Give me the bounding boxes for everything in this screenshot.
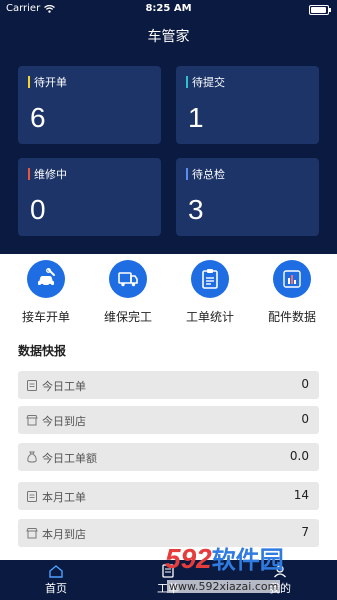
battery-icon [309, 5, 331, 15]
menu-item-maintenance-complete[interactable]: 维保完工 [88, 260, 168, 325]
home-icon [49, 565, 63, 578]
accent-bar [28, 168, 30, 180]
row-label: 今日工单额 [42, 452, 97, 465]
money-bag-icon [27, 451, 37, 463]
watermark: 592软件园 www.592xiazai.com [161, 536, 337, 600]
bar-chart-icon [273, 260, 311, 298]
row-label: 本月到店 [42, 528, 86, 541]
card-value: 1 [188, 102, 204, 133]
status-bar: Carrier 8:25 AM [0, 0, 337, 20]
clipboard-icon [27, 380, 37, 391]
store-icon [26, 415, 38, 426]
report-row-today-orders[interactable]: 今日工单 0 [18, 371, 319, 399]
report-row-month-orders[interactable]: 本月工单 14 [18, 482, 319, 510]
row-value: 0 [301, 377, 309, 391]
menu-label: 工单统计 [185, 310, 234, 324]
menu-label: 接车开单 [21, 310, 70, 324]
card-value: 3 [188, 194, 204, 225]
card-label: 维修中 [34, 168, 67, 181]
card-pending-submit[interactable]: 待提交 1 [176, 66, 319, 144]
watermark-url: www.592xiazai.com [167, 580, 281, 593]
menu-item-reception[interactable]: 接车开单 [6, 260, 86, 325]
watermark-logo: 592软件园 [165, 543, 284, 574]
page-title: 车管家 [147, 29, 190, 45]
report-row-today-visits[interactable]: 今日到店 0 [18, 406, 319, 434]
row-value: 0 [301, 412, 309, 426]
card-pending-inspection[interactable]: 待总检 3 [176, 158, 319, 236]
tab-home[interactable]: 首页 [0, 564, 112, 596]
row-label: 今日到店 [42, 415, 86, 428]
menu-label: 配件数据 [267, 310, 316, 324]
row-value: 14 [293, 488, 309, 502]
card-label: 待总检 [192, 168, 225, 181]
card-in-repair[interactable]: 维修中 0 [18, 158, 161, 236]
row-value: 0.0 [289, 449, 309, 463]
truck-icon [109, 260, 147, 298]
menu-label: 维保完工 [103, 310, 152, 324]
clipboard-icon [27, 491, 37, 502]
clipboard-icon [191, 260, 229, 298]
accent-bar [28, 76, 30, 88]
car-service-icon [27, 260, 65, 298]
row-label: 今日工单 [42, 380, 86, 393]
accent-bar [186, 168, 188, 180]
menu-item-parts-data[interactable]: 配件数据 [252, 260, 332, 325]
report-row-today-amount[interactable]: 今日工单额 0.0 [18, 443, 319, 471]
header-panel: Carrier 8:25 AM 车管家 待开单 6 待提交 1 维修中 0 待总… [0, 0, 337, 254]
status-time: 8:25 AM [145, 3, 192, 14]
accent-bar [186, 76, 188, 88]
row-label: 本月工单 [42, 491, 86, 504]
tab-label: 首页 [45, 582, 67, 595]
card-value: 0 [30, 194, 46, 225]
card-label: 待提交 [192, 76, 225, 89]
card-pending-open[interactable]: 待开单 6 [18, 66, 161, 144]
card-label: 待开单 [34, 76, 67, 89]
store-icon [26, 528, 38, 539]
card-value: 6 [30, 102, 46, 133]
menu-item-order-stats[interactable]: 工单统计 [170, 260, 250, 325]
section-title-data-report: 数据快报 [18, 344, 67, 358]
quick-menu: 接车开单 维保完工 工单统计 配件数据 [0, 260, 337, 328]
